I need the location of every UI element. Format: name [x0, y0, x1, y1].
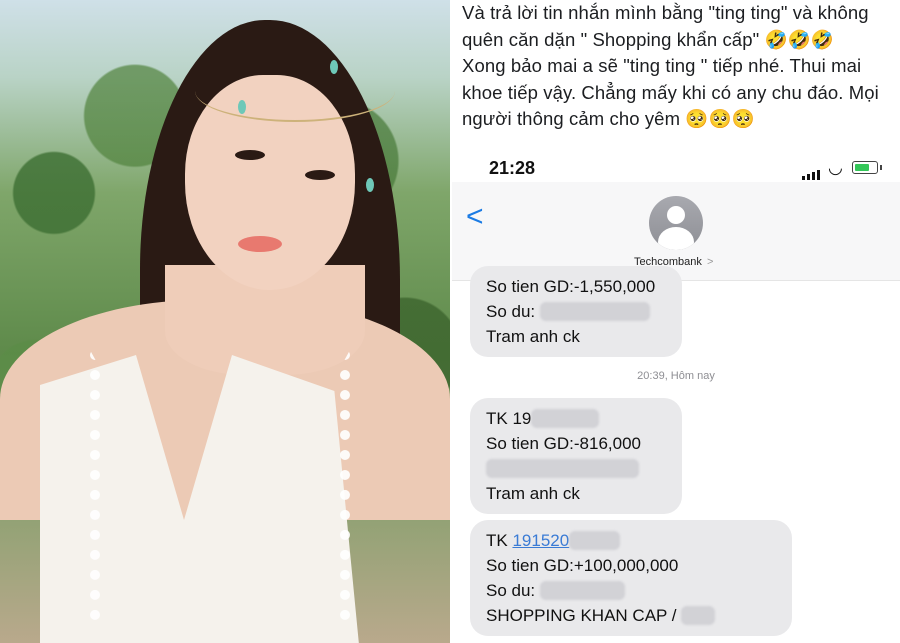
message-line: TK 191520xxxxxx — [486, 528, 776, 553]
message-line: So du: xxxxxxxxxx — [486, 578, 776, 603]
back-button[interactable]: < — [466, 200, 484, 234]
message-thread: So tien GD:-1,550,000 So du: xxxxxxxxxxx… — [452, 266, 900, 643]
caption-line: khoe tiếp vậy. Chẳng mấy khi có any chu … — [462, 81, 879, 103]
message-line: So tien GD:-816,000 — [486, 434, 641, 453]
account-number: TK 19 — [486, 409, 532, 428]
account-prefix: TK — [486, 531, 513, 550]
head-chain-jewelry — [195, 60, 395, 122]
message-line-text: So du: — [486, 302, 536, 321]
message-line: Tram anh ck — [486, 327, 580, 346]
post-caption: Và trả lời tin nhắn mình bằng "ting ting… — [462, 0, 898, 138]
status-time: 21:28 — [489, 158, 536, 178]
cellular-signal-icon — [802, 162, 822, 180]
battery-charging-icon — [852, 161, 882, 174]
status-bar: 21:28 ◡ — [452, 138, 900, 182]
message-line-text: So du: — [486, 581, 536, 600]
lips — [238, 236, 282, 252]
redacted-text: xxxxxxxxxx — [539, 581, 625, 600]
profile-photo — [0, 0, 450, 643]
right-eye — [305, 170, 335, 180]
account-number-link[interactable]: 191520 — [512, 531, 569, 550]
message-bubble: So tien GD:-1,550,000 So du: xxxxxxxxxxx… — [470, 266, 682, 357]
caption-line: quên căn dặn " Shopping khẩn cấp" 🤣🤣🤣 — [462, 28, 834, 50]
sms-screenshot: 21:28 ◡ < Techcombank > So tien GD:-1,55… — [452, 138, 900, 643]
redacted-text: xxxxxx — [569, 531, 621, 550]
redacted-text: xxxx — [681, 606, 716, 625]
gem — [366, 178, 374, 192]
gem — [238, 100, 246, 114]
redacted-text: xxxxxxxx — [531, 409, 600, 428]
message-bubble: TK 191520xxxxxx So tien GD:+100,000,000 … — [470, 520, 792, 636]
message-line: So tien GD:+100,000,000 — [486, 556, 679, 575]
chevron-right-icon: > — [706, 256, 714, 268]
message-line-text: SHOPPING KHAN CAP / — [486, 606, 677, 625]
message-line: SHOPPING KHAN CAP / xxxx — [486, 603, 776, 628]
caption-line: Xong bảo mai a sẽ "ting ting " tiếp nhé.… — [462, 55, 862, 76]
caption-line: người thông cảm cho yêm 🥺🥺🥺 — [462, 108, 755, 129]
message-timestamp: 20:39, Hôm nay — [637, 370, 715, 382]
contact-avatar[interactable] — [649, 196, 703, 250]
message-line: So du: xxxxxxxxxxxxx — [486, 299, 666, 324]
message-line: xxxxxxxxxxxxxxxxxx — [486, 456, 666, 481]
message-bubble: TK 19xxxxxxxx So tien GD:-816,000 xxxxxx… — [470, 398, 682, 514]
message-line: TK 19xxxxxxxx — [486, 406, 666, 431]
left-eye — [235, 150, 265, 160]
message-line: So tien GD:-1,550,000 — [486, 277, 656, 296]
caption-line: Và trả lời tin nhắn mình bằng "ting ting… — [462, 2, 869, 23]
gem — [330, 60, 338, 74]
redacted-text: xxxxxxxxxxxxx — [539, 302, 651, 321]
message-line: Tram anh ck — [486, 484, 580, 503]
redacted-text: xxxxxxxxxxxxxxxxxx — [486, 459, 639, 478]
wifi-icon: ◡ — [828, 158, 843, 177]
